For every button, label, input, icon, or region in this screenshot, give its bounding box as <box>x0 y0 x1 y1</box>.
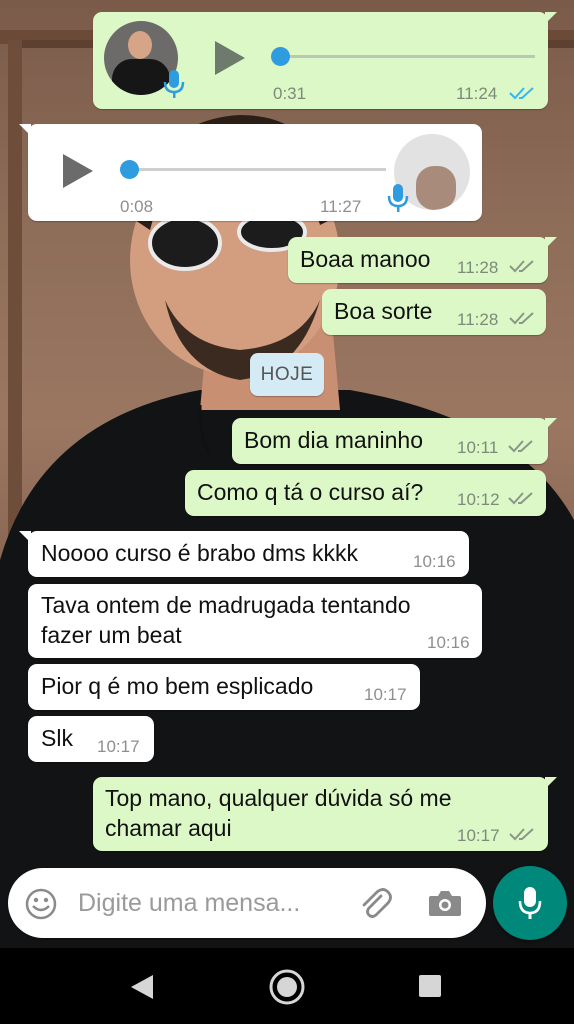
message-time: 10:17 <box>364 685 407 704</box>
outgoing-message[interactable]: Top mano, qualquer dúvida só me chamar a… <box>93 777 557 851</box>
message-time: 10:17 <box>457 826 500 845</box>
read-ticks-icon <box>509 312 534 325</box>
message-time: 11:27 <box>320 197 362 216</box>
incoming-message[interactable]: Noooo curso é brabo dms kkkk 10:16 <box>19 531 469 577</box>
outgoing-message[interactable]: Bom dia maninho 10:11 <box>232 418 557 464</box>
message-time: 10:17 <box>97 737 140 756</box>
message-text: Pior q é mo bem esplicado <box>41 673 314 699</box>
message-text-line-2: fazer um beat <box>41 622 182 648</box>
paperclip-icon[interactable] <box>357 886 393 922</box>
mic-icon <box>518 887 542 919</box>
mic-badge-icon <box>163 70 185 98</box>
incoming-message[interactable]: Tava ontem de madrugada tentando fazer u… <box>28 584 482 658</box>
message-text-line-1: Tava ontem de madrugada tentando <box>41 592 411 618</box>
play-icon[interactable] <box>213 39 247 77</box>
message-time: 11:24 <box>456 84 498 103</box>
message-composer: Digite uma mensa... <box>8 868 486 938</box>
outgoing-message[interactable]: Como q tá o curso aí? 10:12 <box>185 470 546 516</box>
audio-progress-track[interactable] <box>124 168 386 171</box>
read-ticks-icon <box>509 260 534 273</box>
outgoing-audio-message[interactable]: 0:31 11:24 <box>93 12 557 109</box>
message-input[interactable]: Digite uma mensa... <box>78 889 300 918</box>
voice-record-button[interactable] <box>493 866 567 940</box>
audio-progress-handle[interactable] <box>120 160 139 179</box>
audio-duration: 0:31 <box>273 84 307 103</box>
incoming-message[interactable]: Slk 10:17 <box>28 716 154 762</box>
back-triangle-icon[interactable] <box>129 973 155 1001</box>
recents-square-icon[interactable] <box>418 974 442 998</box>
camera-icon[interactable] <box>428 888 462 918</box>
message-text: Boa sorte <box>334 298 433 324</box>
message-text: Noooo curso é brabo dms kkkk <box>41 540 359 566</box>
read-ticks-icon <box>509 828 534 841</box>
message-time: 11:28 <box>457 310 499 329</box>
message-time: 10:16 <box>427 633 470 652</box>
incoming-audio-message[interactable]: 0:08 11:27 <box>19 124 482 221</box>
message-text-line-1: Top mano, qualquer dúvida só me <box>105 785 452 811</box>
system-nav-bar <box>0 948 574 1024</box>
play-icon[interactable] <box>61 152 95 190</box>
incoming-message[interactable]: Pior q é mo bem esplicado 10:17 <box>28 664 420 710</box>
home-circle-icon[interactable] <box>268 968 306 1006</box>
message-time: 10:12 <box>457 490 500 509</box>
message-time: 10:16 <box>413 552 456 571</box>
audio-duration: 0:08 <box>120 197 154 216</box>
message-text: Slk <box>41 725 73 751</box>
audio-progress-handle[interactable] <box>271 47 290 66</box>
outgoing-message[interactable]: Boa sorte 11:28 <box>322 289 546 335</box>
date-divider: HOJE <box>250 353 324 396</box>
message-text: Como q tá o curso aí? <box>197 479 424 505</box>
mic-badge-icon <box>387 184 409 212</box>
read-ticks-icon <box>509 87 534 100</box>
message-text: Boaa manoo <box>300 246 431 272</box>
message-text: Bom dia maninho <box>244 427 423 453</box>
audio-progress-track[interactable] <box>273 55 535 58</box>
read-ticks-icon <box>508 492 533 505</box>
message-text-line-2: chamar aqui <box>105 815 232 841</box>
message-time: 11:28 <box>457 258 499 277</box>
outgoing-message[interactable]: Boaa manoo 11:28 <box>288 237 557 283</box>
read-ticks-icon <box>508 440 533 453</box>
message-time: 10:11 <box>457 438 499 457</box>
emoji-icon[interactable] <box>24 887 58 921</box>
